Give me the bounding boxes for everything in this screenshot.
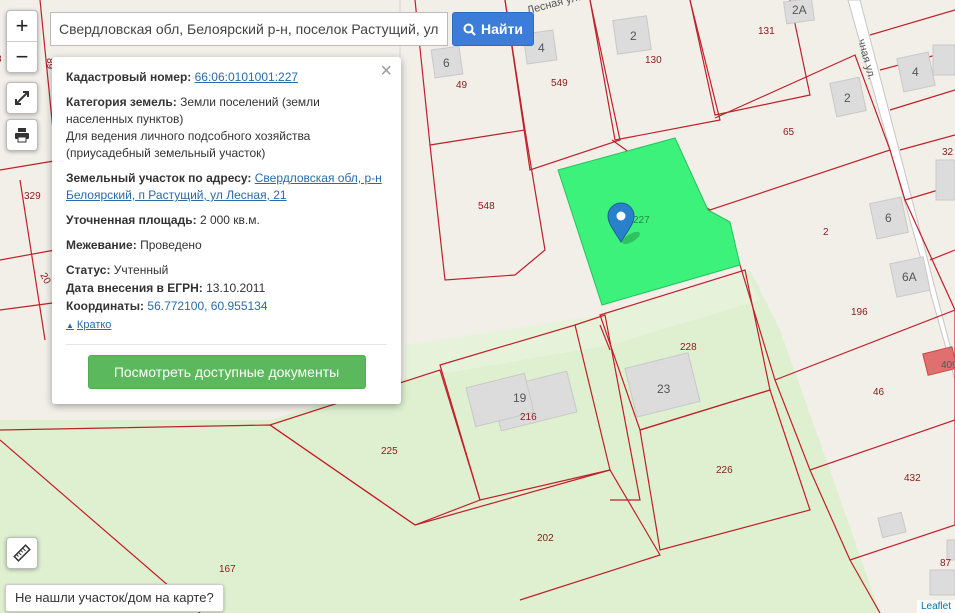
svg-text:130: 130 <box>645 55 662 66</box>
category-label: Категория земель: <box>66 95 177 109</box>
svg-text:6А: 6А <box>902 270 917 284</box>
cadastral-label: Кадастровый номер: <box>66 70 192 84</box>
fullscreen-icon <box>15 91 29 105</box>
svg-text:4: 4 <box>912 65 919 79</box>
zoom-control: + − <box>6 10 38 73</box>
zoom-in-button[interactable]: + <box>7 11 37 41</box>
svg-text:225: 225 <box>381 446 398 457</box>
svg-text:87: 87 <box>940 558 952 569</box>
popup-divider <box>66 344 387 345</box>
search-icon <box>463 23 476 36</box>
svg-text:23: 23 <box>657 382 671 396</box>
svg-text:216: 216 <box>520 412 537 423</box>
area-value: 2 000 кв.м. <box>199 213 260 227</box>
caret-up-icon: ▲ <box>66 321 74 330</box>
svg-text:32: 32 <box>942 147 954 158</box>
view-documents-button[interactable]: Посмотреть доступные документы <box>87 355 366 389</box>
survey-value: Проведено <box>140 238 202 252</box>
svg-text:549: 549 <box>551 78 568 89</box>
selected-parcel-label: 227 <box>633 215 650 226</box>
survey-label: Межевание: <box>66 238 137 252</box>
svg-text:49: 49 <box>456 80 468 91</box>
address-label: Земельный участок по адресу: <box>66 171 252 185</box>
category-purpose: Для ведения личного подсобного хозяйства… <box>66 129 311 160</box>
svg-text:228: 228 <box>680 342 697 353</box>
svg-text:226: 226 <box>716 465 733 476</box>
svg-text:6: 6 <box>443 56 450 70</box>
zoom-out-button[interactable]: − <box>7 41 37 72</box>
address-search-input[interactable] <box>50 12 448 46</box>
search-button[interactable]: Найти <box>452 12 534 46</box>
svg-text:46: 46 <box>873 387 885 398</box>
svg-text:4: 4 <box>538 41 545 55</box>
print-icon <box>15 128 29 143</box>
fullscreen-button[interactable] <box>6 82 38 114</box>
map-attribution: Leaflet <box>916 600 955 613</box>
measure-button[interactable] <box>6 537 38 569</box>
svg-text:167: 167 <box>219 564 236 575</box>
svg-text:2: 2 <box>823 227 829 238</box>
leaflet-link[interactable]: Leaflet <box>921 601 951 612</box>
svg-text:409: 409 <box>941 360 955 371</box>
status-value: Учтенный <box>113 263 169 277</box>
svg-text:2: 2 <box>630 29 637 43</box>
not-found-button[interactable]: Не нашли участок/дом на карте? <box>5 584 224 612</box>
ruler-icon <box>13 544 31 562</box>
svg-text:2: 2 <box>844 91 851 105</box>
parcel-info-popup: × Кадастровый номер: 66:06:0101001:227 К… <box>52 57 401 404</box>
svg-text:202: 202 <box>537 533 554 544</box>
svg-text:432: 432 <box>904 473 921 484</box>
registry-date-label: Дата внесения в ЕГРН: <box>66 281 203 295</box>
coordinates-label: Координаты: <box>66 299 145 313</box>
svg-text:196: 196 <box>851 307 868 318</box>
svg-text:329: 329 <box>24 191 41 202</box>
cadastral-number-link[interactable]: 66:06:0101001:227 <box>195 70 298 84</box>
short-view-link[interactable]: ▲ Кратко <box>66 317 111 334</box>
search-button-label: Найти <box>481 21 523 37</box>
status-label: Статус: <box>66 263 111 277</box>
registry-date-value: 13.10.2011 <box>206 281 266 295</box>
area-label: Уточненная площадь: <box>66 213 197 227</box>
svg-text:131: 131 <box>758 26 775 37</box>
short-view-label: Кратко <box>76 319 112 331</box>
print-button[interactable] <box>6 119 38 151</box>
svg-text:19: 19 <box>513 391 527 405</box>
svg-text:6: 6 <box>885 211 892 225</box>
coordinates-link[interactable]: 56.772100, 60.955134 <box>147 299 267 313</box>
close-icon[interactable]: × <box>380 60 392 82</box>
svg-text:2А: 2А <box>792 3 807 17</box>
svg-text:65: 65 <box>783 127 795 138</box>
svg-text:548: 548 <box>478 201 495 212</box>
